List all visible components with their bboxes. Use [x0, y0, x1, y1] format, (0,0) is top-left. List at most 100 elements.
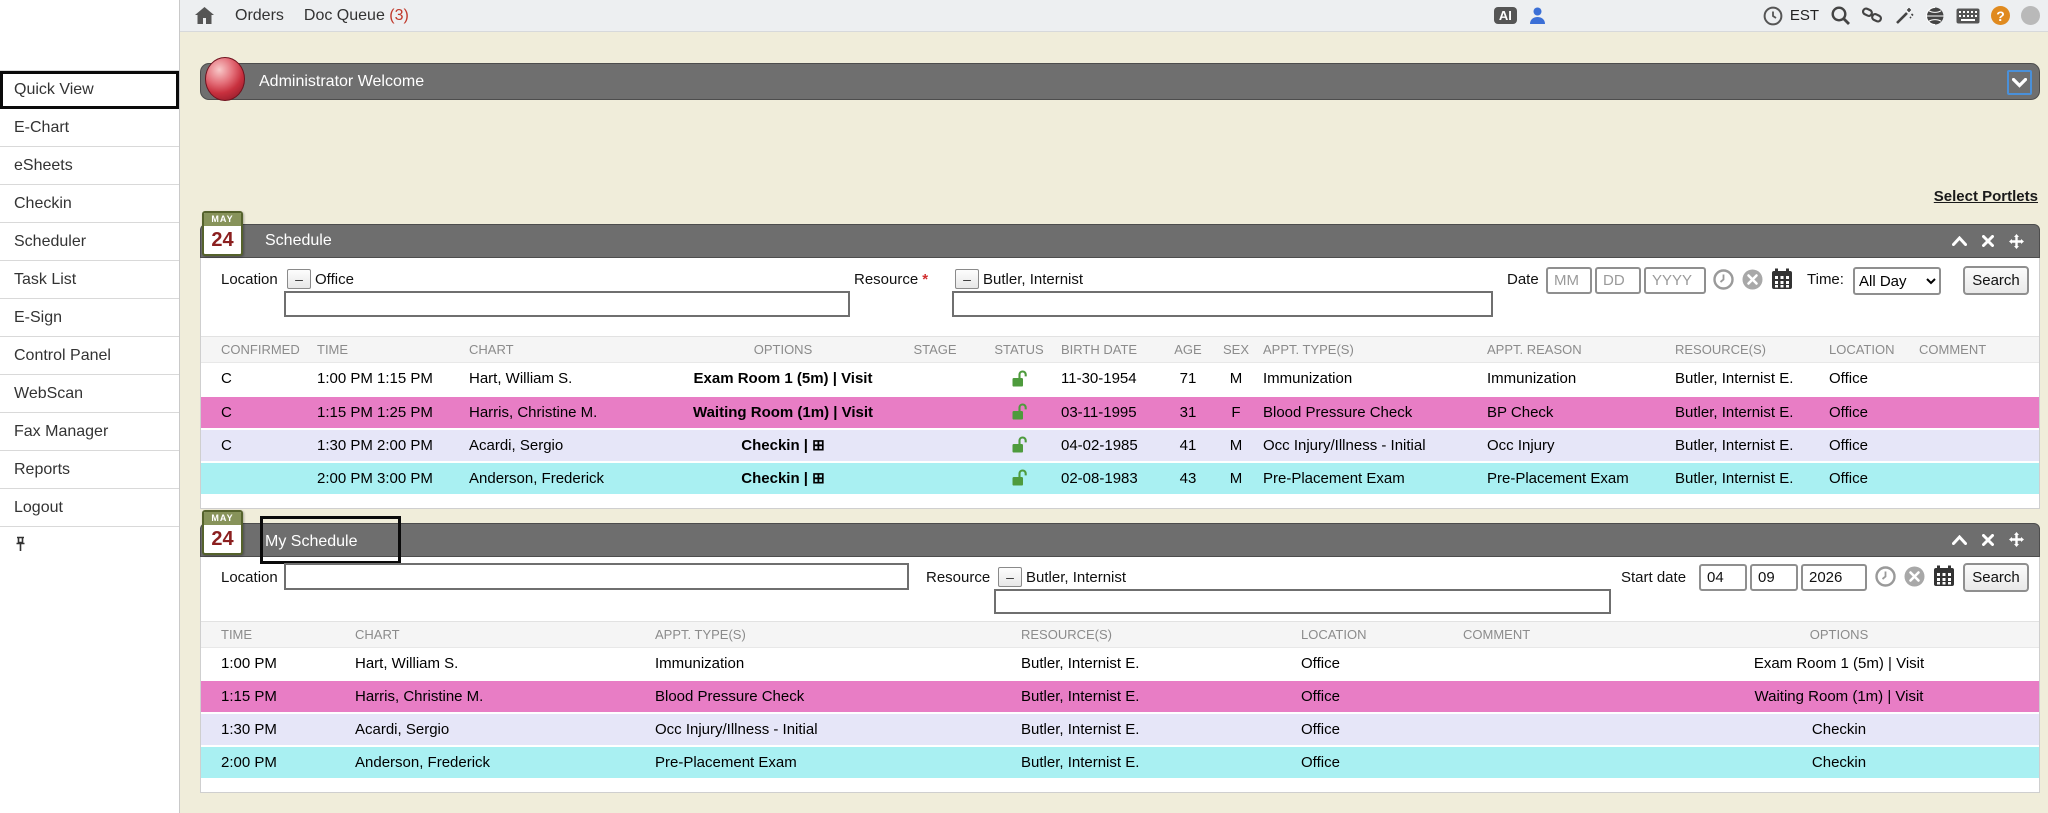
unlock-icon[interactable]: [981, 396, 1057, 429]
clock-icon[interactable]: [1763, 6, 1783, 26]
start-date-mm-input[interactable]: [1699, 564, 1747, 591]
col-header-time[interactable]: TIME: [201, 621, 351, 647]
move-portlet-icon[interactable]: [2009, 234, 2024, 249]
select-portlets-link[interactable]: Select Portlets: [1934, 188, 2038, 205]
move-portlet-icon[interactable]: [2009, 532, 2024, 547]
location-collapse-button[interactable]: –: [287, 269, 311, 289]
col-header-resource-s-[interactable]: RESOURCE(S): [1017, 621, 1297, 647]
home-icon[interactable]: [194, 6, 215, 25]
date-mm-input[interactable]: [1546, 267, 1592, 294]
sidebar-item-fax-manager[interactable]: Fax Manager: [0, 413, 179, 451]
user-icon[interactable]: [1528, 6, 1547, 25]
cell-options[interactable]: Waiting Room (1m) | Visit: [677, 396, 889, 429]
sidebar-item-checkin[interactable]: Checkin: [0, 185, 179, 223]
collapse-portlet-icon[interactable]: [1952, 532, 1967, 547]
col-header-confirmed[interactable]: CONFIRMED: [201, 337, 313, 363]
appointment-row[interactable]: C1:15 PM 1:25 PMHarris, Christine M.Wait…: [201, 396, 2039, 429]
col-header-sex[interactable]: SEX: [1213, 337, 1259, 363]
col-header-birth-date[interactable]: BIRTH DATE: [1057, 337, 1163, 363]
col-header-options[interactable]: OPTIONS: [677, 337, 889, 363]
col-header-age[interactable]: AGE: [1163, 337, 1213, 363]
cell-options[interactable]: Checkin: [1639, 746, 2039, 779]
start-date-dd-input[interactable]: [1750, 564, 1798, 591]
appointment-row[interactable]: 1:15 PMHarris, Christine M.Blood Pressur…: [201, 680, 2039, 713]
search-icon[interactable]: [1830, 5, 1851, 26]
start-date-yyyy-input[interactable]: [1801, 564, 1867, 591]
ai-badge[interactable]: AI: [1494, 7, 1517, 24]
close-portlet-icon[interactable]: [1982, 532, 1994, 547]
banner-collapse-button[interactable]: [2007, 70, 2032, 95]
cell-options[interactable]: Exam Room 1 (5m) | Visit: [1639, 647, 2039, 680]
col-header-status[interactable]: STATUS: [981, 337, 1057, 363]
location-input[interactable]: [284, 563, 909, 590]
col-header-resource-s-[interactable]: RESOURCE(S): [1671, 337, 1825, 363]
unlock-icon[interactable]: [981, 429, 1057, 462]
unlock-icon[interactable]: [981, 363, 1057, 396]
col-header-location[interactable]: LOCATION: [1825, 337, 1915, 363]
sidebar-item-e-chart[interactable]: E-Chart: [0, 109, 179, 147]
col-header-stage[interactable]: STAGE: [889, 337, 981, 363]
cell-options[interactable]: Checkin | ⊞: [677, 429, 889, 462]
schedule-filters: Location – Office Resource* – Butler, In…: [201, 258, 2039, 336]
date-yyyy-input[interactable]: [1644, 267, 1706, 294]
date-dd-input[interactable]: [1595, 267, 1641, 294]
globe-icon[interactable]: [1925, 6, 1945, 26]
unlock-icon[interactable]: [981, 462, 1057, 495]
calendar-picker-icon[interactable]: [1771, 268, 1793, 294]
col-header-location[interactable]: LOCATION: [1297, 621, 1459, 647]
appointment-row[interactable]: 2:00 PMAnderson, FrederickPre-Placement …: [201, 746, 2039, 779]
cell-options[interactable]: Exam Room 1 (5m) | Visit: [677, 363, 889, 396]
cell-appt-reason: Pre-Placement Exam: [1483, 462, 1671, 495]
sidebar-item-e-sign[interactable]: E-Sign: [0, 299, 179, 337]
col-header-appt-type-s-[interactable]: APPT. TYPE(S): [1259, 337, 1483, 363]
close-portlet-icon[interactable]: [1982, 234, 1994, 249]
col-header-chart[interactable]: CHART: [465, 337, 677, 363]
collapse-portlet-icon[interactable]: [1952, 234, 1967, 249]
pin-button[interactable]: [0, 527, 179, 565]
col-header-appt-type-s-[interactable]: APPT. TYPE(S): [651, 621, 1017, 647]
resource-input[interactable]: [994, 589, 1611, 614]
cell-options[interactable]: Waiting Room (1m) | Visit: [1639, 680, 2039, 713]
nav-doc-queue[interactable]: Doc Queue (3): [304, 7, 409, 25]
appointment-row[interactable]: C1:00 PM 1:15 PMHart, William S.Exam Roo…: [201, 363, 2039, 396]
sidebar-item-webscan[interactable]: WebScan: [0, 375, 179, 413]
sidebar-item-esheets[interactable]: eSheets: [0, 147, 179, 185]
sidebar-item-control-panel[interactable]: Control Panel: [0, 337, 179, 375]
sidebar-item-scheduler[interactable]: Scheduler: [0, 223, 179, 261]
sidebar-item-quick-view[interactable]: Quick View: [0, 71, 179, 109]
clear-date-icon[interactable]: [1904, 566, 1925, 591]
appointment-row[interactable]: 2:00 PM 3:00 PMAnderson, FrederickChecki…: [201, 462, 2039, 495]
resource-input[interactable]: [952, 291, 1493, 317]
clear-date-icon[interactable]: [1742, 269, 1763, 294]
wand-icon[interactable]: [1894, 6, 1914, 26]
cell-chart: Anderson, Frederick: [351, 746, 651, 779]
col-header-options[interactable]: OPTIONS: [1639, 621, 2039, 647]
link-icon[interactable]: [1862, 6, 1883, 25]
help-icon[interactable]: ?: [1991, 6, 2010, 25]
col-header-chart[interactable]: CHART: [351, 621, 651, 647]
col-header-comment[interactable]: COMMENT: [1915, 337, 2039, 363]
cell-confirmed: C: [201, 429, 313, 462]
sidebar-item-logout[interactable]: Logout: [0, 489, 179, 527]
cell-options[interactable]: Checkin | ⊞: [677, 462, 889, 495]
cell-options[interactable]: Checkin: [1639, 713, 2039, 746]
appointment-row[interactable]: 1:30 PMAcardi, SergioOcc Injury/Illness …: [201, 713, 2039, 746]
appointment-row[interactable]: 1:00 PMHart, William S.ImmunizationButle…: [201, 647, 2039, 680]
calendar-picker-icon[interactable]: [1933, 565, 1955, 591]
col-header-time[interactable]: TIME: [313, 337, 465, 363]
time-clock-icon[interactable]: [1875, 566, 1896, 591]
keyboard-icon[interactable]: [1956, 8, 1980, 24]
location-input[interactable]: [284, 291, 850, 317]
time-clock-icon[interactable]: [1713, 269, 1734, 294]
time-select[interactable]: All Day: [1853, 267, 1941, 295]
resource-collapse-button[interactable]: –: [955, 269, 979, 289]
appointment-row[interactable]: C1:30 PM 2:00 PMAcardi, SergioCheckin | …: [201, 429, 2039, 462]
resource-collapse-button[interactable]: –: [998, 567, 1022, 587]
col-header-appt-reason[interactable]: APPT. REASON: [1483, 337, 1671, 363]
nav-orders[interactable]: Orders: [235, 7, 284, 25]
sidebar-item-reports[interactable]: Reports: [0, 451, 179, 489]
sidebar-item-task-list[interactable]: Task List: [0, 261, 179, 299]
col-header-comment[interactable]: COMMENT: [1459, 621, 1639, 647]
schedule-search-button[interactable]: Search: [1963, 266, 2029, 295]
my-schedule-search-button[interactable]: Search: [1963, 563, 2029, 592]
